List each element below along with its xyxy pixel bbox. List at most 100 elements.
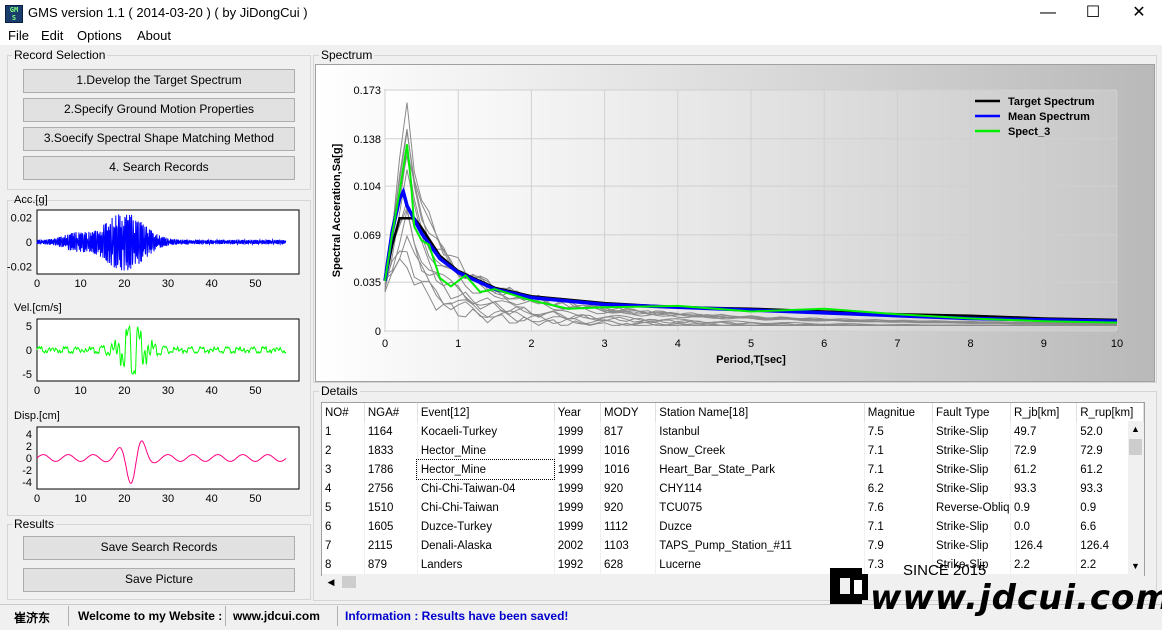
table-cell[interactable]: 5 — [322, 498, 365, 517]
table-cell[interactable]: 3 — [322, 460, 365, 479]
vertical-scrollbar[interactable]: ▲ ▼ — [1128, 421, 1143, 574]
table-cell[interactable]: 126.4 — [1010, 536, 1078, 555]
column-header[interactable]: Year — [554, 403, 602, 422]
menu-file[interactable]: File — [8, 28, 29, 43]
table-cell[interactable]: 1112 — [600, 517, 657, 536]
table-cell[interactable]: 49.7 — [1010, 422, 1078, 441]
table-row[interactable]: 2 1833 Hector_Mine 1999 1016 Snow_Creek 7.1 Str… — [322, 441, 1144, 460]
table-cell[interactable]: 1999 — [554, 498, 602, 517]
column-header[interactable]: NGA# — [364, 403, 418, 422]
table-cell[interactable]: 628 — [600, 555, 657, 574]
close-button[interactable]: ✕ — [1116, 0, 1162, 26]
table-cell[interactable]: 920 — [600, 498, 657, 517]
table-cell[interactable]: 7.9 — [864, 536, 933, 555]
scroll-up-icon[interactable]: ▲ — [1130, 421, 1141, 437]
table-cell[interactable]: 2756 — [364, 479, 418, 498]
table-cell[interactable]: 6.2 — [864, 479, 933, 498]
specify-ground-motion-button[interactable]: 2.Specify Ground Motion Properties — [23, 98, 295, 122]
save-picture-button[interactable]: Save Picture — [23, 568, 295, 592]
table-cell[interactable]: 1016 — [600, 441, 657, 460]
table-cell[interactable]: Chi-Chi-Taiwan — [417, 498, 555, 517]
table-cell[interactable]: 7 — [322, 536, 365, 555]
table-cell[interactable]: Hector_Mine — [416, 459, 556, 480]
scroll-down-icon[interactable]: ▼ — [1130, 558, 1141, 574]
table-cell[interactable]: Strike-Slip — [932, 441, 1011, 460]
table-cell[interactable]: 1999 — [554, 441, 602, 460]
table-cell[interactable]: Duzce-Turkey — [417, 517, 555, 536]
scroll-thumb[interactable] — [1129, 439, 1142, 455]
table-cell[interactable]: 1510 — [364, 498, 418, 517]
table-cell[interactable]: 1164 — [364, 422, 418, 441]
table-cell[interactable]: Istanbul — [655, 422, 865, 441]
menu-about[interactable]: About — [137, 28, 171, 43]
table-cell[interactable]: 7.5 — [864, 422, 933, 441]
column-header[interactable]: Event[12] — [417, 403, 555, 422]
table-cell[interactable]: 7.6 — [864, 498, 933, 517]
column-header[interactable]: Fault Type — [932, 403, 1011, 422]
table-row[interactable]: 7 2115 Denali-Alaska 2002 1103 TAPS_Pump_Stat… — [322, 536, 1144, 555]
table-cell[interactable]: 0.0 — [1010, 517, 1078, 536]
menu-options[interactable]: Options — [77, 28, 122, 43]
table-cell[interactable]: TCU075 — [655, 498, 865, 517]
scroll-thumb-horizontal[interactable] — [342, 576, 356, 588]
table-cell[interactable]: Kocaeli-Turkey — [417, 422, 555, 441]
table-cell[interactable]: 6 — [322, 517, 365, 536]
column-header[interactable]: NO# — [322, 403, 365, 422]
table-cell[interactable]: 2.2 — [1010, 555, 1078, 574]
table-cell[interactable]: 4 — [322, 479, 365, 498]
column-header[interactable]: R_rup[km] — [1076, 403, 1144, 422]
table-cell[interactable]: 2115 — [364, 536, 418, 555]
table-row[interactable]: 3 1786 Hector_Mine 1999 1016 Heart_Bar_State_… — [322, 459, 1144, 480]
table-cell[interactable]: 1103 — [600, 536, 657, 555]
table-row[interactable]: 1 1164 Kocaeli-Turkey 1999 817 Istanbul 7.5 Str… — [322, 422, 1144, 441]
table-cell[interactable]: 1999 — [554, 422, 602, 441]
table-cell[interactable]: 817 — [600, 422, 657, 441]
table-cell[interactable]: 2002 — [554, 536, 602, 555]
table-cell[interactable]: Snow_Creek — [655, 441, 865, 460]
table-cell[interactable]: Landers — [417, 555, 555, 574]
table-cell[interactable]: 1605 — [364, 517, 418, 536]
table-cell[interactable]: 1999 — [554, 479, 602, 498]
column-header[interactable]: Station Name[18] — [655, 403, 865, 422]
save-search-records-button[interactable]: Save Search Records — [23, 536, 295, 560]
column-header[interactable]: MODY — [600, 403, 657, 422]
table-cell[interactable]: CHY114 — [655, 479, 865, 498]
scroll-left-icon[interactable]: ◀ — [324, 574, 338, 590]
table-cell[interactable]: 7.1 — [864, 441, 933, 460]
table-cell[interactable]: 1999 — [554, 517, 602, 536]
column-header[interactable]: Magnitue — [864, 403, 933, 422]
table-cell[interactable]: 1999 — [554, 460, 602, 479]
table-cell[interactable]: Duzce — [655, 517, 865, 536]
table-cell[interactable]: 7.1 — [864, 517, 933, 536]
table-row[interactable]: 6 1605 Duzce-Turkey 1999 1112 Duzce 7.1 Strike-… — [322, 517, 1144, 536]
matching-method-button[interactable]: 3.Soecify Spectral Shape Matching Method — [23, 127, 295, 151]
table-cell[interactable]: 1786 — [364, 460, 418, 479]
table-cell[interactable]: 61.2 — [1010, 460, 1078, 479]
table-cell[interactable]: Heart_Bar_State_Park — [655, 460, 865, 479]
table-cell[interactable]: 1833 — [364, 441, 418, 460]
table-cell[interactable]: 1016 — [600, 460, 657, 479]
table-cell[interactable]: 2 — [322, 441, 365, 460]
table-row[interactable]: 8 879 Landers 1992 628 Lucerne 7.3 Strike-Slip 2… — [322, 555, 1144, 574]
table-cell[interactable]: Hector_Mine — [417, 441, 555, 460]
table-cell[interactable]: Strike-Slip — [932, 479, 1011, 498]
status-website-link[interactable]: www.jdcui.com — [233, 609, 320, 623]
table-cell[interactable]: Strike-Slip — [932, 517, 1011, 536]
search-records-button[interactable]: 4. Search Records — [23, 156, 295, 180]
table-cell[interactable]: 879 — [364, 555, 418, 574]
menu-edit[interactable]: Edit — [41, 28, 63, 43]
column-header[interactable]: R_jb[km] — [1010, 403, 1078, 422]
table-cell[interactable]: 1 — [322, 422, 365, 441]
details-table[interactable]: NO# NGA# Event[12] Year MODY Station Name[18]… — [321, 402, 1145, 576]
table-cell[interactable]: 920 — [600, 479, 657, 498]
table-cell[interactable]: 1992 — [554, 555, 602, 574]
table-cell[interactable]: Strike-Slip — [932, 460, 1011, 479]
table-cell[interactable]: Denali-Alaska — [417, 536, 555, 555]
table-cell[interactable]: Strike-Slip — [932, 422, 1011, 441]
table-cell[interactable]: TAPS_Pump_Station_#11 — [655, 536, 865, 555]
develop-target-spectrum-button[interactable]: 1.Develop the Target Spectrum — [23, 69, 295, 93]
table-cell[interactable]: Reverse-Obliq — [932, 498, 1011, 517]
table-cell[interactable]: 93.3 — [1010, 479, 1078, 498]
table-cell[interactable]: Strike-Slip — [932, 536, 1011, 555]
table-row[interactable]: 4 2756 Chi-Chi-Taiwan-04 1999 920 CHY114 6.2 St… — [322, 479, 1144, 498]
